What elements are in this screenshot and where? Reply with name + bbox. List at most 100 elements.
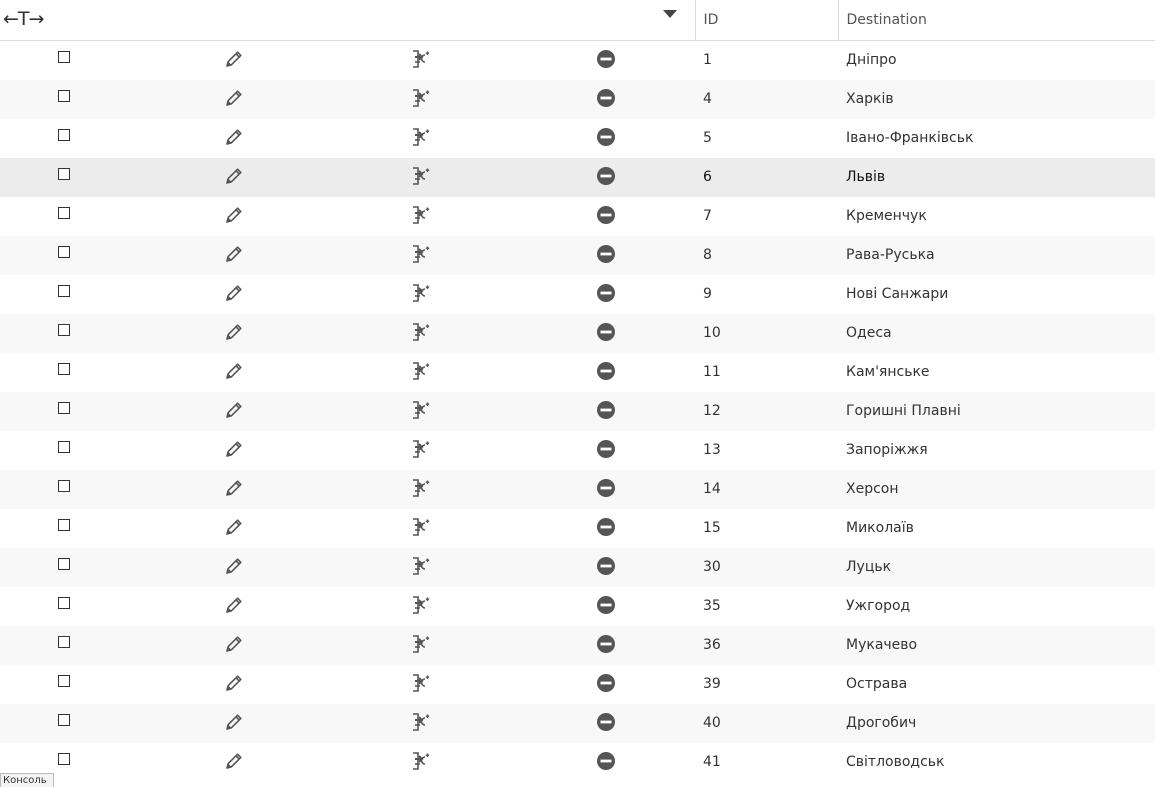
caret-down-icon[interactable] (662, 10, 677, 18)
row-checkbox[interactable] (58, 401, 70, 414)
pencil-icon[interactable] (224, 88, 244, 112)
copy-entity-icon[interactable] (410, 556, 430, 580)
row-checkbox[interactable] (58, 518, 70, 531)
copy-entity-icon[interactable] (410, 751, 430, 775)
console-tab[interactable]: Консоль (0, 773, 54, 787)
minus-circle-icon[interactable] (596, 517, 616, 541)
table-row[interactable]: 41 Світловодськ (0, 743, 1155, 782)
row-checkbox[interactable] (58, 596, 70, 609)
copy-entity-icon[interactable] (410, 361, 430, 385)
copy-entity-icon[interactable] (410, 595, 430, 619)
table-row[interactable]: 6 Львів (0, 157, 1155, 197)
copy-entity-icon[interactable] (410, 88, 430, 112)
pencil-icon[interactable] (224, 205, 244, 229)
row-checkbox[interactable] (58, 362, 70, 375)
pencil-icon[interactable] (224, 634, 244, 658)
table-row[interactable]: 15 Миколаїв (0, 509, 1155, 548)
minus-circle-icon[interactable] (596, 595, 616, 619)
pencil-icon[interactable] (224, 712, 244, 736)
column-header-id[interactable]: ID (694, 0, 838, 41)
pencil-icon[interactable] (224, 517, 244, 541)
copy-entity-icon[interactable] (410, 322, 430, 346)
copy-entity-icon[interactable] (410, 283, 430, 307)
table-row[interactable]: 13 Запоріжжя (0, 431, 1155, 470)
copy-entity-icon[interactable] (410, 127, 430, 151)
pencil-icon[interactable] (224, 361, 244, 385)
table-row[interactable]: 35 Ужгород (0, 587, 1155, 626)
row-checkbox[interactable] (58, 323, 70, 336)
copy-entity-icon[interactable] (410, 400, 430, 424)
copy-entity-icon[interactable] (410, 439, 430, 463)
column-header-destination[interactable]: Destination (837, 0, 1155, 41)
copy-entity-icon[interactable] (410, 205, 430, 229)
pencil-icon[interactable] (224, 322, 244, 346)
table-row[interactable]: 10 Одеса (0, 313, 1155, 353)
row-checkbox[interactable] (58, 440, 70, 453)
minus-circle-icon[interactable] (596, 712, 616, 736)
pencil-icon[interactable] (224, 49, 244, 73)
table-row[interactable]: 7 Кременчук (0, 197, 1155, 236)
table-row[interactable]: 30 Луцьк (0, 547, 1155, 587)
pencil-icon[interactable] (224, 439, 244, 463)
pencil-icon[interactable] (224, 283, 244, 307)
table-row[interactable]: 1 Дніпро (0, 41, 1155, 80)
minus-circle-icon[interactable] (596, 556, 616, 580)
minus-circle-icon[interactable] (596, 751, 616, 775)
copy-entity-icon[interactable] (410, 673, 430, 697)
pencil-icon[interactable] (224, 478, 244, 502)
column-resize-icon[interactable]: ←T→ (3, 8, 44, 30)
minus-circle-icon[interactable] (596, 283, 616, 307)
table-row[interactable]: 8 Рава-Руська (0, 235, 1155, 275)
minus-circle-icon[interactable] (596, 478, 616, 502)
row-checkbox[interactable] (58, 635, 70, 648)
row-checkbox[interactable] (58, 284, 70, 297)
table-row[interactable]: 14 Херсон (0, 469, 1155, 509)
minus-circle-icon[interactable] (596, 634, 616, 658)
row-checkbox[interactable] (58, 674, 70, 687)
copy-entity-icon[interactable] (410, 634, 430, 658)
minus-circle-icon[interactable] (596, 361, 616, 385)
table-row[interactable]: 5 Івано-Франківськ (0, 119, 1155, 158)
copy-entity-icon[interactable] (410, 478, 430, 502)
table-row[interactable]: 11 Кам'янське (0, 353, 1155, 392)
minus-circle-icon[interactable] (596, 322, 616, 346)
minus-circle-icon[interactable] (596, 400, 616, 424)
table-row[interactable]: 12 Горишні Плавні (0, 391, 1155, 431)
minus-circle-icon[interactable] (596, 673, 616, 697)
pencil-icon[interactable] (224, 400, 244, 424)
copy-entity-icon[interactable] (410, 166, 430, 190)
minus-circle-icon[interactable] (596, 49, 616, 73)
copy-entity-icon[interactable] (410, 244, 430, 268)
pencil-icon[interactable] (224, 595, 244, 619)
pencil-icon[interactable] (224, 244, 244, 268)
table-row[interactable]: 9 Нові Санжари (0, 275, 1155, 314)
pencil-icon[interactable] (224, 751, 244, 775)
minus-circle-icon[interactable] (596, 88, 616, 112)
pencil-icon[interactable] (224, 673, 244, 697)
pencil-icon[interactable] (224, 556, 244, 580)
row-checkbox[interactable] (58, 713, 70, 726)
minus-circle-icon[interactable] (596, 439, 616, 463)
row-checkbox[interactable] (58, 89, 70, 102)
table-row[interactable]: 40 Дрогобич (0, 703, 1155, 743)
pencil-icon[interactable] (224, 127, 244, 151)
copy-entity-icon[interactable] (410, 712, 430, 736)
minus-circle-icon[interactable] (596, 205, 616, 229)
row-checkbox[interactable] (58, 752, 70, 765)
row-checkbox[interactable] (58, 557, 70, 570)
copy-entity-icon[interactable] (410, 517, 430, 541)
row-checkbox[interactable] (58, 245, 70, 258)
minus-circle-icon[interactable] (596, 166, 616, 190)
row-checkbox[interactable] (58, 167, 70, 180)
pencil-icon[interactable] (224, 166, 244, 190)
row-checkbox[interactable] (58, 479, 70, 492)
row-checkbox[interactable] (58, 206, 70, 219)
table-row[interactable]: 39 Острава (0, 665, 1155, 704)
minus-circle-icon[interactable] (596, 244, 616, 268)
table-row[interactable]: 36 Мукачево (0, 625, 1155, 665)
minus-circle-icon[interactable] (596, 127, 616, 151)
row-checkbox[interactable] (58, 128, 70, 141)
table-row[interactable]: 4 Харків (0, 79, 1155, 119)
row-checkbox[interactable] (58, 51, 70, 63)
copy-entity-icon[interactable] (410, 49, 430, 73)
